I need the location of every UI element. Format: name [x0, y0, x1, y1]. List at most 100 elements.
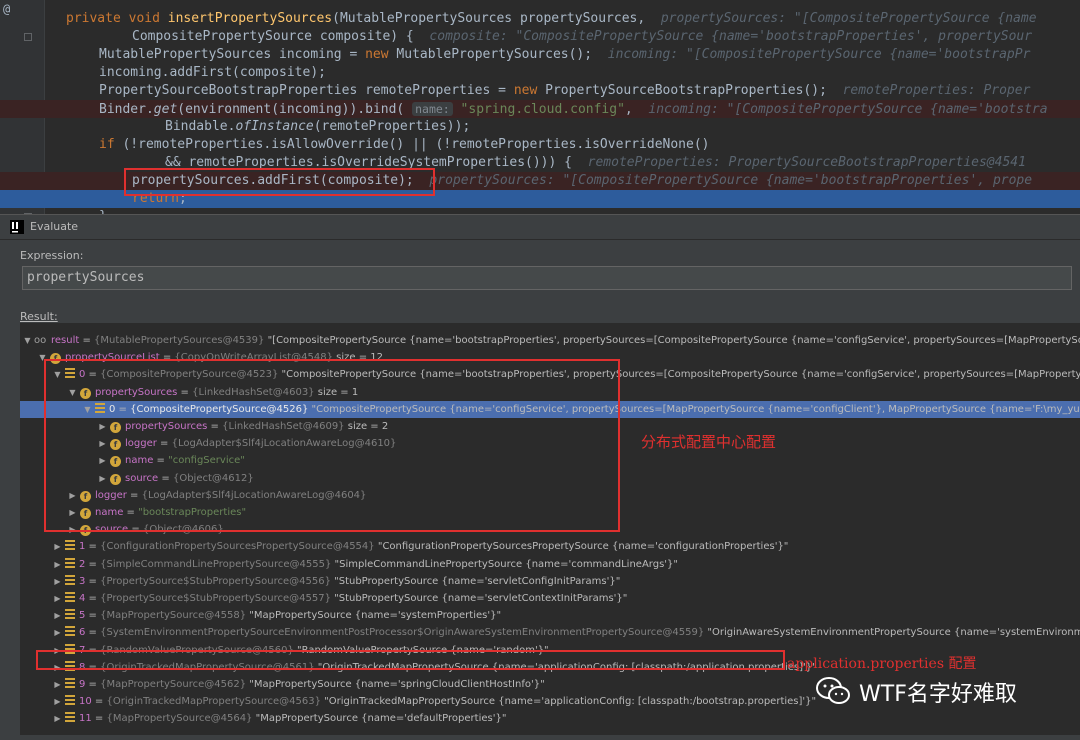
node-type: {MapPropertySource@4564} — [106, 713, 253, 725]
array-element-icon — [65, 626, 75, 637]
equals-sign: = — [79, 335, 95, 346]
code-token: private void — [66, 11, 168, 26]
code-token: MutablePropertySources(); — [396, 47, 608, 62]
collapsed-arrow-icon[interactable]: ▶ — [52, 590, 63, 607]
tree-node[interactable]: ▶ 6 = {SystemEnvironmentPropertySourceEnv… — [20, 624, 1080, 641]
tree-node[interactable]: ▶ 1 = {ConfigurationPropertySourcesProper… — [20, 538, 1080, 555]
node-value: "StubPropertySource {name='servletConfig… — [334, 575, 621, 587]
equals-sign: = — [85, 593, 101, 604]
expanded-arrow-icon[interactable]: ▼ — [22, 332, 33, 349]
equals-sign: = — [91, 696, 107, 708]
equals-sign: = — [85, 541, 101, 553]
code-token: new — [513, 83, 546, 98]
inline-debug-value: composite: "CompositePropertySource {nam… — [429, 29, 1033, 44]
intellij-app-icon — [10, 220, 24, 234]
tree-node[interactable]: ▶ 3 = {PropertySource$StubPropertySource@… — [20, 573, 1080, 590]
node-value: "[CompositePropertySource {name='bootstr… — [267, 335, 1080, 346]
array-element-icon — [65, 712, 75, 723]
node-type: {MapPropertySource@4562} — [100, 679, 247, 690]
code-line[interactable]: private void insertPropertySources(Mutab… — [0, 10, 1080, 28]
code-token: Binder. — [99, 102, 154, 117]
code-text: CompositePropertySource composite) { com… — [132, 28, 1032, 46]
highlight-box-addfirst — [124, 168, 435, 196]
node-type: {ConfigurationPropertySourcesPropertySou… — [100, 541, 375, 553]
array-element-icon — [65, 540, 75, 551]
code-text: MutablePropertySources incoming = new Mu… — [99, 46, 1030, 64]
node-value: "MapPropertySource {name='defaultPropert… — [255, 713, 507, 725]
code-line[interactable]: PropertySourceBootstrapProperties remote… — [0, 82, 1080, 100]
code-text: Binder.get(environment(incoming)).bind( … — [99, 100, 1048, 119]
code-text: incoming.addFirst(composite); — [99, 64, 326, 82]
inline-debug-value: incoming: "[CompositePropertySource {nam… — [648, 102, 1048, 117]
code-text: Bindable.ofInstance(remoteProperties)); — [165, 118, 470, 136]
code-text: PropertySourceBootstrapProperties remote… — [99, 82, 1030, 100]
code-text: if (!remoteProperties.isAllowOverride() … — [99, 136, 709, 154]
highlight-box-distributed-config — [44, 359, 620, 532]
array-element-icon — [65, 609, 75, 620]
tree-node[interactable]: ▼ oo result = {MutablePropertySources@4539… — [20, 332, 1080, 349]
tree-node[interactable]: ▶ 4 = {PropertySource$StubPropertySource@… — [20, 590, 1080, 607]
collapsed-arrow-icon[interactable]: ▶ — [52, 693, 63, 710]
node-type: {MapPropertySource@4558} — [100, 610, 247, 622]
code-line[interactable]: incoming.addFirst(composite); — [0, 64, 1080, 82]
collapsed-arrow-icon[interactable]: ▶ — [52, 556, 63, 573]
distributed-config-annotation: 分布式配置中心配置 — [641, 433, 777, 451]
code-token: (environment(incoming)).bind( — [177, 102, 413, 117]
node-type: {PropertySource$StubPropertySource@4556} — [100, 575, 331, 587]
code-line[interactable]: Binder.get(environment(incoming)).bind( … — [0, 100, 1080, 118]
node-type: {OriginTrackedMapPropertySource@4563} — [106, 696, 321, 708]
node-type: {SimpleCommandLinePropertySource@4555} — [100, 558, 332, 570]
code-token: (!remoteProperties.isAllowOverride() || … — [122, 137, 710, 152]
code-token: ofInstance — [235, 119, 314, 134]
watch-result-icon: oo — [34, 335, 47, 346]
code-token: new — [365, 47, 397, 62]
tree-node[interactable]: ▶ 11 = {MapPropertySource@4564} "MapPrope… — [20, 710, 1080, 727]
code-token: MutablePropertySources incoming = — [99, 47, 366, 62]
watermark: WTF名字好难取 — [815, 674, 1065, 710]
result-label: Result: — [20, 310, 58, 323]
expression-label: Expression: — [20, 249, 84, 262]
tree-node[interactable]: ▶ 5 = {MapPropertySource@4558} "MapProper… — [20, 607, 1080, 624]
inline-debug-value: propertySources: "[CompositePropertySour… — [660, 11, 1037, 26]
collapsed-arrow-icon[interactable]: ▶ — [52, 676, 63, 693]
dialog-title-bar[interactable]: Evaluate — [0, 215, 1080, 240]
code-line[interactable]: CompositePropertySource composite) { com… — [0, 28, 1080, 46]
node-name: 10 — [79, 696, 92, 708]
code-token: "spring.cloud.config" — [452, 102, 625, 117]
code-text: private void insertPropertySources(Mutab… — [66, 10, 1037, 28]
code-token: Bindable. — [165, 119, 236, 134]
inline-debug-value: incoming: "[CompositePropertySource {nam… — [607, 47, 1031, 62]
code-line[interactable]: MutablePropertySources incoming = new Mu… — [0, 46, 1080, 64]
inline-debug-value: propertySources: "[CompositePropertySour… — [429, 173, 1033, 188]
array-element-icon — [65, 678, 75, 688]
array-element-icon — [65, 574, 75, 585]
node-type: {SystemEnvironmentPropertySourceEnvironm… — [100, 627, 705, 639]
collapsed-arrow-icon[interactable]: ▶ — [52, 624, 63, 641]
equals-sign: = — [85, 575, 101, 587]
code-line[interactable]: if (!remoteProperties.isAllowOverride() … — [0, 136, 1080, 154]
equals-sign: = — [85, 610, 101, 622]
collapsed-arrow-icon[interactable]: ▶ — [52, 710, 63, 727]
array-element-icon — [65, 592, 75, 602]
collapsed-arrow-icon[interactable]: ▶ — [52, 538, 63, 555]
collapsed-arrow-icon[interactable]: ▶ — [52, 573, 63, 590]
node-type: {MutablePropertySources@4539} — [94, 335, 265, 346]
node-value: "MapPropertySource {name='springCloudCli… — [249, 679, 545, 690]
code-token: CompositePropertySource composite) { — [132, 29, 430, 44]
equals-sign: = — [85, 558, 101, 570]
inline-debug-value: remoteProperties: PropertySourceBootstra… — [587, 155, 1026, 170]
array-element-icon — [65, 557, 75, 568]
node-name: 11 — [79, 713, 92, 725]
code-token: (MutablePropertySources propertySources, — [332, 11, 661, 26]
collapsed-arrow-icon[interactable]: ▶ — [52, 607, 63, 624]
tree-node[interactable]: ▶ 2 = {SimpleCommandLinePropertySource@45… — [20, 556, 1080, 573]
code-token: insertPropertySources — [167, 11, 333, 26]
node-value: "ConfigurationPropertySourcesPropertySou… — [377, 541, 789, 553]
code-token: if — [99, 137, 123, 152]
code-line[interactable]: Bindable.ofInstance(remoteProperties)); — [0, 118, 1080, 136]
node-value: "SimpleCommandLinePropertySource {name='… — [334, 558, 678, 570]
inline-debug-value: remoteProperties: Proper — [842, 83, 1031, 98]
wechat-icon — [816, 677, 850, 704]
equals-sign: = — [91, 713, 107, 725]
expression-input[interactable]: propertySources — [22, 266, 1072, 290]
